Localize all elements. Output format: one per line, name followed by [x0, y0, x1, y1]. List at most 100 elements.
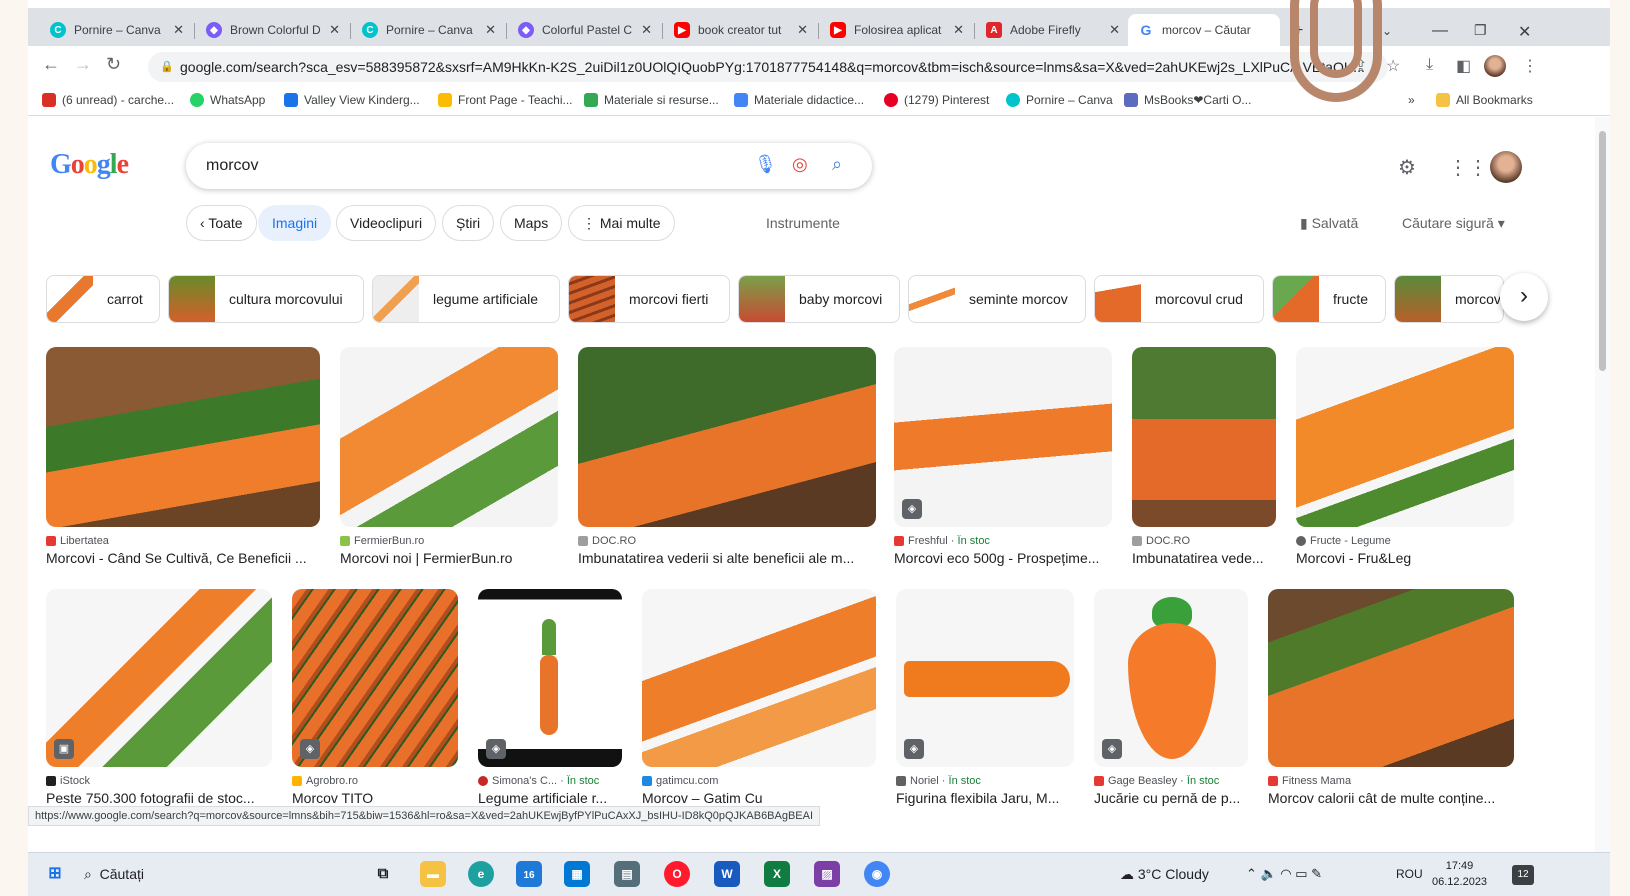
- minimize-icon[interactable]: —: [1432, 22, 1448, 40]
- notification-icon[interactable]: 12: [1512, 865, 1534, 885]
- mail-app-icon[interactable]: 16: [516, 861, 542, 887]
- google-logo[interactable]: Google: [50, 149, 129, 181]
- close-icon[interactable]: ✕: [173, 22, 184, 38]
- related-baby-morcovi[interactable]: baby morcovi: [738, 275, 900, 323]
- windows-start-icon[interactable]: ⊞: [42, 861, 68, 887]
- tab-search-icon[interactable]: ⌄: [1382, 24, 1392, 38]
- search-box[interactable]: morcov 🎙 ◎ ⌕: [186, 143, 872, 189]
- image-result[interactable]: DOC.RO Imbunatatirea vederii si alte ben…: [578, 347, 876, 566]
- account-avatar[interactable]: [1490, 151, 1522, 183]
- related-seminte-morcov[interactable]: seminte morcov: [908, 275, 1086, 323]
- filter-videoclipuri[interactable]: Videoclipuri: [336, 205, 437, 241]
- image-result[interactable]: Fitness Mama Morcov calorii cât de multe…: [1268, 589, 1514, 806]
- bookmark-3[interactable]: Valley View Kinderg...: [284, 93, 420, 107]
- bookmark-2[interactable]: WhatsApp: [190, 93, 265, 107]
- search-input[interactable]: morcov: [206, 157, 258, 175]
- image-result[interactable]: gatimcu.com Morcov – Gatim Cu: [642, 589, 876, 806]
- image-result[interactable]: Libertatea Morcovi - Când Se Cultivă, Ce…: [46, 347, 320, 566]
- bookmark-9[interactable]: MsBooks❤Carti O...: [1124, 93, 1251, 107]
- all-bookmarks[interactable]: All Bookmarks: [1436, 93, 1533, 107]
- bookmark-6[interactable]: Materiale didactice...: [734, 93, 864, 107]
- store-icon[interactable]: ▦: [564, 861, 590, 887]
- tab-5[interactable]: ▶ book creator tut ✕: [664, 14, 814, 46]
- tab-3[interactable]: C Pornire – Canva ✕: [352, 14, 502, 46]
- star-icon[interactable]: ☆: [1386, 56, 1400, 76]
- opera-icon[interactable]: O: [664, 861, 690, 887]
- result-image[interactable]: ◈: [894, 347, 1112, 527]
- image-result[interactable]: DOC.RO Imbunatatirea vede...: [1132, 347, 1276, 566]
- chrome-icon[interactable]: ◉: [864, 861, 890, 887]
- weather-widget[interactable]: ☁ 3°C Cloudy: [1120, 866, 1209, 883]
- image-result[interactable]: Fructe - Legume Morcovi - Fru&Leg: [1296, 347, 1514, 566]
- image-result[interactable]: ◈ Freshful · În stoc Morcovi eco 500g - …: [894, 347, 1112, 566]
- related-carrot[interactable]: carrot: [46, 275, 160, 323]
- filter-stiri[interactable]: Știri: [442, 205, 495, 241]
- bookmark-5[interactable]: Materiale si resurse...: [584, 93, 719, 107]
- tools-button[interactable]: Instrumente: [766, 215, 840, 231]
- back-icon[interactable]: ←: [42, 54, 60, 75]
- scrollbar[interactable]: [1595, 117, 1610, 852]
- image-result[interactable]: FermierBun.ro Morcovi noi | FermierBun.r…: [340, 347, 558, 566]
- result-image[interactable]: [46, 347, 320, 527]
- microphone-icon[interactable]: 🎙: [754, 154, 777, 175]
- close-icon[interactable]: ✕: [485, 22, 496, 38]
- bookmark-4[interactable]: Front Page - Teachi...: [438, 93, 573, 107]
- tab-1[interactable]: C Pornire – Canva ✕: [40, 14, 190, 46]
- close-icon[interactable]: ✕: [329, 22, 340, 38]
- related-morcovi-fierti[interactable]: morcovi fierti: [568, 275, 730, 323]
- address-bar[interactable]: 🔒 google.com/search?sca_esv=588395872&sxs…: [148, 52, 1388, 82]
- filter-mai-multe[interactable]: ⋮ Mai multe: [568, 205, 675, 241]
- result-image[interactable]: ◈: [292, 589, 458, 767]
- excel-icon[interactable]: X: [764, 861, 790, 887]
- image-result[interactable]: ▣ iStock Peste 750.300 fotografii de sto…: [46, 589, 272, 806]
- scrollbar-thumb[interactable]: [1599, 131, 1606, 371]
- edge-icon[interactable]: e: [468, 861, 494, 887]
- apps-grid-icon[interactable]: ⋮⋮: [1448, 155, 1488, 180]
- related-legume-artificiale[interactable]: legume artificiale: [372, 275, 560, 323]
- tab-6[interactable]: ▶ Folosirea aplicat ✕: [820, 14, 970, 46]
- result-image[interactable]: ◈: [478, 589, 622, 767]
- photos-icon[interactable]: ▨: [814, 861, 840, 887]
- forward-icon[interactable]: →: [74, 54, 92, 75]
- filter-toate[interactable]: ‹ Toate: [186, 205, 257, 241]
- window-close-icon[interactable]: ✕: [1518, 22, 1531, 42]
- related-cultura-morcovului[interactable]: cultura morcovului: [168, 275, 364, 323]
- safe-search-button[interactable]: Căutare sigură ▾: [1402, 215, 1505, 232]
- taskbar-search[interactable]: ⌕ Căutați: [84, 866, 144, 883]
- tab-2[interactable]: ◆ Brown Colorful D ✕: [196, 14, 346, 46]
- maximize-icon[interactable]: ❐: [1474, 22, 1487, 39]
- tab-4[interactable]: ◆ Colorful Pastel C ✕: [508, 14, 658, 46]
- related-fructe[interactable]: fructe: [1272, 275, 1386, 323]
- saved-button[interactable]: ▮ Salvată: [1300, 215, 1358, 232]
- task-view-icon[interactable]: ⧉: [370, 861, 396, 887]
- image-result[interactable]: ◈ Noriel · În stoc Figurina flexibila Ja…: [896, 589, 1074, 806]
- result-image[interactable]: [1268, 589, 1514, 767]
- download-icon[interactable]: ⤓: [1426, 56, 1433, 74]
- bookmark-7[interactable]: (1279) Pinterest: [884, 93, 989, 107]
- menu-icon[interactable]: ⋮: [1522, 56, 1538, 76]
- result-image[interactable]: [1296, 347, 1514, 527]
- lens-icon[interactable]: ◎: [792, 154, 808, 175]
- result-image[interactable]: [642, 589, 876, 767]
- sidepanel-icon[interactable]: ◧: [1456, 56, 1471, 76]
- image-result[interactable]: ◈ Simona's C... · În stoc Legume artific…: [478, 589, 622, 806]
- profile-avatar[interactable]: [1484, 55, 1506, 77]
- language-indicator[interactable]: ROU: [1396, 867, 1423, 881]
- tab-active[interactable]: Gmorcov – Căutar: [1128, 14, 1280, 46]
- related-morcovul-crud[interactable]: morcovul crud: [1094, 275, 1264, 323]
- reload-icon[interactable]: ↻: [106, 54, 121, 75]
- image-result[interactable]: ◈ Agrobro.ro Morcov TITO: [292, 589, 458, 806]
- file-explorer-icon[interactable]: ▬: [420, 861, 446, 887]
- bookmark-8[interactable]: Pornire – Canva: [1006, 93, 1113, 107]
- bookmark-1[interactable]: (6 unread) - carche...: [42, 93, 174, 107]
- filter-imagini[interactable]: Imagini: [258, 205, 332, 241]
- close-icon[interactable]: ✕: [953, 22, 964, 38]
- search-icon[interactable]: ⌕: [832, 154, 842, 175]
- filter-maps[interactable]: Maps: [500, 205, 563, 241]
- result-image[interactable]: ◈: [896, 589, 1074, 767]
- result-image[interactable]: ◈: [1094, 589, 1248, 767]
- settings-icon[interactable]: ⚙: [1398, 155, 1416, 180]
- image-result[interactable]: ◈ Gage Beasley · În stoc Jucărie cu pern…: [1094, 589, 1248, 806]
- word-icon[interactable]: W: [714, 861, 740, 887]
- related-morcov[interactable]: morcov: [1394, 275, 1504, 323]
